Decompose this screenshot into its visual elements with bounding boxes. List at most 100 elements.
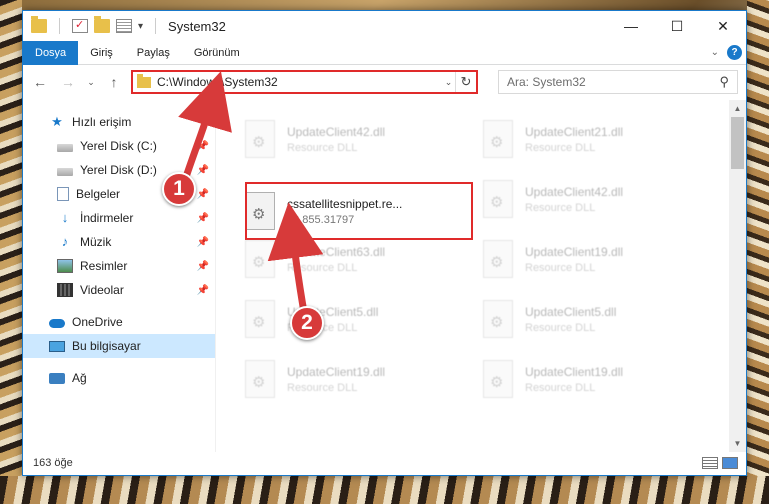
tab-file[interactable]: Dosya <box>23 40 79 65</box>
minimize-button[interactable]: — <box>608 11 654 41</box>
file-name: UpdateClient19.dll <box>525 244 624 259</box>
file-list: UpdateClient42.dll Resource DLL cssatell… <box>216 100 746 452</box>
nav-label: Ağ <box>72 371 87 385</box>
nav-onedrive[interactable]: OneDrive <box>23 310 215 334</box>
file-name: UpdateClient42.dll <box>525 184 624 199</box>
file-name: UpdateClient21.dll <box>525 124 624 139</box>
file-tile[interactable]: UpdateClient63.dll Resource DLL <box>245 234 475 284</box>
videos-icon <box>57 283 73 297</box>
nav-label: Yerel Disk (D:) <box>80 163 157 177</box>
scroll-down-arrow-icon[interactable]: ▼ <box>729 435 746 452</box>
details-view-icon[interactable] <box>702 457 718 469</box>
file-name: UpdateClient42.dll <box>287 124 386 139</box>
nav-item-pictures[interactable]: Resimler 📌 <box>23 254 215 278</box>
file-name: UpdateClient63.dll <box>287 244 386 259</box>
expand-ribbon-chevron-icon[interactable]: ⌄ <box>711 47 719 58</box>
address-bar[interactable]: C:\Windows\System32 ⌄ ↻ <box>131 70 478 94</box>
file-tile[interactable]: UpdateClient19.dll Resource DLL <box>483 234 713 284</box>
tab-home[interactable]: Giriş <box>78 41 125 65</box>
nav-label: Hızlı erişim <box>72 115 132 129</box>
search-icon[interactable]: ⚲ <box>719 74 729 90</box>
background-photo-left <box>0 0 22 504</box>
file-description: Resource DLL <box>287 381 358 394</box>
nav-quick-access[interactable]: ★ Hızlı erişim <box>23 110 215 134</box>
nav-item-videos[interactable]: Videolar 📌 <box>23 278 215 302</box>
pin-icon: 📌 <box>196 188 209 200</box>
highlight-box <box>245 182 473 240</box>
background-photo-bottom <box>0 476 769 504</box>
address-dropdown-chevron-icon[interactable]: ⌄ <box>442 72 456 92</box>
nav-label: Müzik <box>80 235 112 249</box>
dll-file-icon <box>483 180 513 218</box>
help-icon[interactable]: ? <box>727 45 742 60</box>
background-photo-right <box>747 0 769 504</box>
pictures-icon <box>57 259 73 273</box>
step-2-badge: 2 <box>290 306 324 340</box>
file-tile[interactable]: UpdateClient21.dll Resource DLL <box>483 114 713 164</box>
scrollbar-thumb[interactable] <box>731 117 744 169</box>
nav-item-downloads[interactable]: ↓ İndirmeler 📌 <box>23 206 215 230</box>
dll-file-icon <box>483 300 513 338</box>
tab-share[interactable]: Paylaş <box>125 41 182 65</box>
back-button[interactable]: ← <box>29 74 51 90</box>
search-input[interactable]: Ara: System32 ⚲ <box>498 70 738 94</box>
nav-item-drive-c[interactable]: Yerel Disk (C:) 📌 <box>23 134 215 158</box>
file-description: Resource DLL <box>525 201 596 214</box>
maximize-button[interactable]: ☐ <box>654 11 700 41</box>
rename-icon[interactable] <box>116 19 132 33</box>
scroll-up-arrow-icon[interactable]: ▲ <box>729 100 746 117</box>
forward-button[interactable]: → <box>57 74 79 90</box>
file-tile[interactable]: UpdateClient42.dll Resource DLL <box>483 174 713 224</box>
nav-network[interactable]: Ağ <box>23 366 215 390</box>
up-button[interactable]: ↑ <box>103 74 125 90</box>
cloud-icon <box>49 319 65 328</box>
folder-icon <box>137 73 151 88</box>
customize-toolbar-chevron-icon[interactable]: ▾ <box>138 21 143 32</box>
nav-this-pc[interactable]: Bu bilgisayar <box>23 334 215 358</box>
dll-file-icon <box>483 240 513 278</box>
network-icon <box>49 372 65 384</box>
pin-icon: 📌 <box>196 236 209 248</box>
folder-icon <box>31 16 47 33</box>
file-tile[interactable]: UpdateClient5.dll Resource DLL <box>483 294 713 344</box>
nav-label: İndirmeler <box>80 211 134 225</box>
ribbon-tabs: Dosya Giriş Paylaş Görünüm ⌄ ? <box>23 40 746 65</box>
file-description: Resource DLL <box>525 381 596 394</box>
close-button[interactable]: ✕ <box>700 11 746 41</box>
pin-icon: 📌 <box>196 260 209 272</box>
large-icons-view-icon[interactable] <box>722 457 738 469</box>
nav-label: Videolar <box>80 283 124 297</box>
music-icon: ♪ <box>61 234 69 249</box>
properties-check-icon[interactable] <box>72 18 88 33</box>
file-description: Resource DLL <box>525 261 596 274</box>
file-tile[interactable]: UpdateClient19.dll Resource DLL <box>245 354 475 404</box>
status-bar: 163 öğe <box>23 451 746 475</box>
dll-file-icon <box>245 300 275 338</box>
new-folder-icon[interactable] <box>94 16 110 33</box>
file-name: UpdateClient19.dll <box>525 364 624 379</box>
dll-file-icon <box>483 120 513 158</box>
file-tile[interactable]: UpdateClient42.dll Resource DLL <box>245 114 475 164</box>
tab-view[interactable]: Görünüm <box>182 41 252 65</box>
nav-item-music[interactable]: ♪ Müzik 📌 <box>23 230 215 254</box>
window-title: System32 <box>168 18 226 34</box>
ribbon-right: ⌄ ? <box>711 45 746 60</box>
dll-file-icon <box>245 120 275 158</box>
pin-icon: 📌 <box>196 284 209 296</box>
separator <box>155 18 157 34</box>
file-description: Resource DLL <box>287 141 358 154</box>
pin-icon: 📌 <box>196 140 209 152</box>
address-row: ← → ⌄ ↑ C:\Windows\System32 ⌄ ↻ Ara: Sys… <box>23 65 746 99</box>
refresh-button[interactable]: ↻ <box>456 74 476 90</box>
item-count: 163 öğe <box>33 457 73 469</box>
file-tile[interactable]: UpdateClient19.dll Resource DLL <box>483 354 713 404</box>
nav-label: Bu bilgisayar <box>72 339 141 353</box>
drive-icon <box>57 167 73 176</box>
vertical-scrollbar[interactable]: ▲ ▼ <box>729 100 746 452</box>
recent-locations-button[interactable]: ⌄ <box>85 77 97 88</box>
file-tile[interactable]: UpdateClient5.dll Resource DLL <box>245 294 475 344</box>
dll-file-icon <box>245 360 275 398</box>
address-path[interactable]: C:\Windows\System32 <box>157 75 278 89</box>
file-description: Resource DLL <box>525 321 596 334</box>
file-description: Resource DLL <box>287 261 358 274</box>
